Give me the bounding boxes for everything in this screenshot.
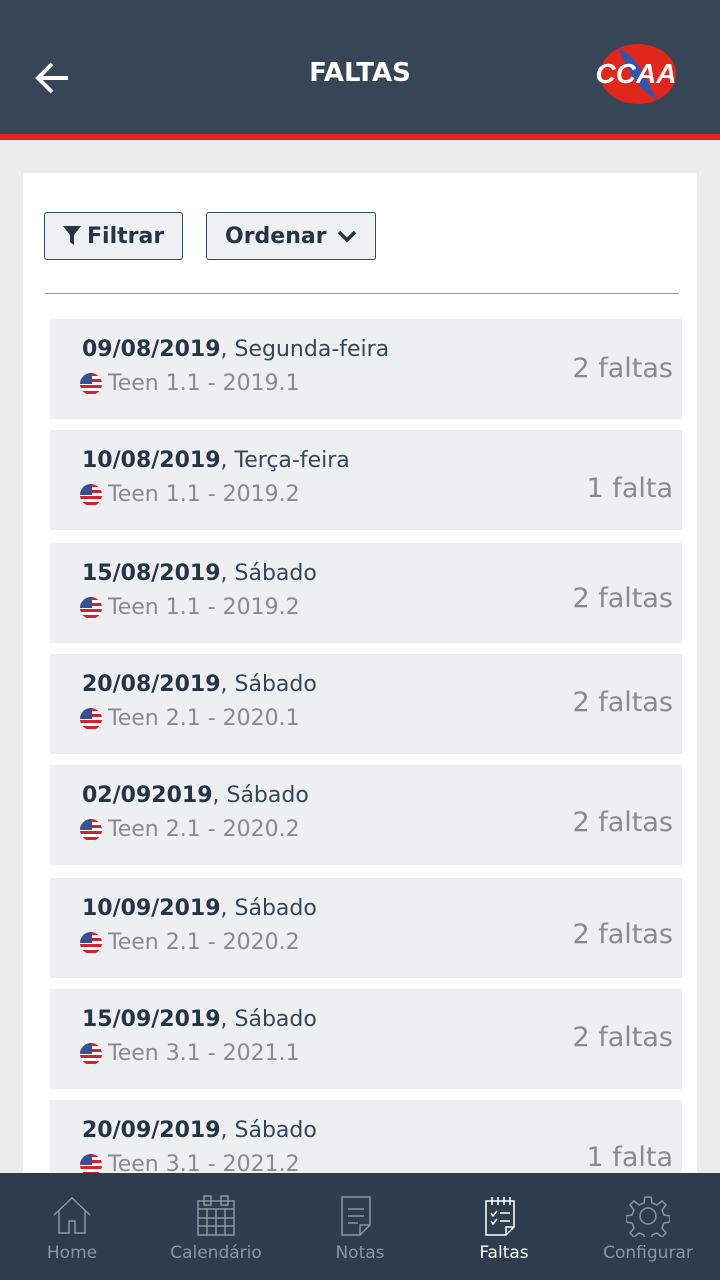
course-name: Teen 1.1 - 2019.2 [108, 595, 300, 620]
course-name: Teen 2.1 - 2020.2 [108, 817, 300, 842]
gear-icon [626, 1196, 670, 1237]
filter-label: Filtrar [87, 223, 165, 249]
nav-label: Notas [335, 1243, 385, 1263]
absence-count: 2 faltas [572, 687, 673, 718]
weekday: , Sábado [220, 896, 317, 921]
nav-label: Home [46, 1243, 98, 1263]
absence-row[interactable]: 10/08/2019, Terça-feira Teen 1.1 - 2019.… [50, 430, 682, 530]
ccaa-logo: CCAA [596, 44, 677, 104]
nav-settings[interactable]: Configurar [576, 1173, 720, 1280]
us-flag-icon [80, 818, 102, 841]
checklist-icon [485, 1197, 515, 1236]
absence-row[interactable]: 02/092019, Sábado Teen 2.1 - 2020.2 2 fa… [50, 765, 682, 865]
chevron-down-icon [337, 230, 356, 243]
nav-label: Configurar [603, 1243, 693, 1263]
date-value: 02/092019 [82, 783, 213, 808]
weekday: , Sábado [220, 1118, 317, 1143]
date-value: 15/08/2019 [82, 561, 221, 586]
course-name: Teen 3.1 - 2021.1 [108, 1041, 300, 1066]
date-value: 10/09/2019 [82, 896, 221, 921]
course: Teen 2.1 - 2020.2 [80, 930, 300, 955]
absence-count: 1 falta [586, 473, 673, 504]
course-name: Teen 2.1 - 2020.1 [108, 706, 300, 731]
absence-row[interactable]: 10/09/2019, Sábado Teen 2.1 - 2020.2 2 f… [50, 878, 682, 978]
course-name: Teen 2.1 - 2020.2 [108, 930, 300, 955]
sort-label: Ordenar [225, 223, 327, 249]
course-name: Teen 1.1 - 2019.2 [108, 482, 300, 507]
absence-date: 02/092019, Sábado [82, 783, 309, 808]
absence-date: 10/08/2019, Terça-feira [82, 448, 350, 473]
absence-count: 2 faltas [572, 583, 673, 614]
absence-date: 20/09/2019, Sábado [82, 1118, 317, 1143]
us-flag-icon [80, 483, 102, 506]
us-flag-icon [80, 596, 102, 619]
sort-button[interactable]: Ordenar [206, 212, 376, 260]
course: Teen 1.1 - 2019.1 [80, 371, 300, 396]
absence-date: 20/08/2019, Sábado [82, 672, 317, 697]
absence-date: 15/09/2019, Sábado [82, 1007, 317, 1032]
us-flag-icon [80, 1042, 102, 1065]
course: Teen 1.1 - 2019.2 [80, 482, 300, 507]
us-flag-icon [80, 372, 102, 395]
date-value: 20/09/2019 [82, 1118, 221, 1143]
weekday: , Sábado [212, 783, 309, 808]
weekday: , Sábado [220, 561, 317, 586]
course: Teen 2.1 - 2020.2 [80, 817, 300, 842]
divider [45, 293, 679, 294]
us-flag-icon [80, 707, 102, 730]
nav-home[interactable]: Home [0, 1173, 144, 1280]
us-flag-icon [80, 931, 102, 954]
absence-count: 2 faltas [572, 1022, 673, 1053]
bottom-nav: Home Calendário Notas Faltas Configurar [0, 1173, 720, 1280]
absence-row[interactable]: 15/09/2019, Sábado Teen 3.1 - 2021.1 2 f… [50, 989, 682, 1089]
course: Teen 3.1 - 2021.1 [80, 1041, 300, 1066]
course: Teen 2.1 - 2020.1 [80, 706, 300, 731]
absence-row[interactable]: 15/08/2019, Sábado Teen 1.1 - 2019.2 2 f… [50, 543, 682, 643]
weekday: , Sábado [220, 1007, 317, 1032]
nav-notes[interactable]: Notas [288, 1173, 432, 1280]
app-header: FALTAS CCAA [0, 0, 720, 140]
absence-row[interactable]: 20/08/2019, Sábado Teen 2.1 - 2020.1 2 f… [50, 654, 682, 754]
absence-date: 10/09/2019, Sábado [82, 896, 317, 921]
absence-row[interactable]: 09/08/2019, Segunda-feira Teen 1.1 - 201… [50, 319, 682, 419]
weekday: , Sábado [220, 672, 317, 697]
absence-count: 2 faltas [572, 353, 673, 384]
home-icon [53, 1196, 91, 1234]
absence-date: 15/08/2019, Sábado [82, 561, 317, 586]
course-name: Teen 1.1 - 2019.1 [108, 371, 300, 396]
date-value: 10/08/2019 [82, 448, 221, 473]
absence-count: 1 falta [586, 1142, 673, 1173]
notes-icon [341, 1196, 371, 1236]
absences-card: Filtrar Ordenar 09/08/2019, Segunda-feir… [23, 173, 697, 1200]
filter-icon [63, 226, 81, 245]
absence-date: 09/08/2019, Segunda-feira [82, 337, 389, 362]
date-value: 09/08/2019 [82, 337, 221, 362]
nav-calendar[interactable]: Calendário [144, 1173, 288, 1280]
filter-button[interactable]: Filtrar [44, 212, 184, 260]
svg-text:CCAA: CCAA [596, 58, 677, 89]
course: Teen 1.1 - 2019.2 [80, 595, 300, 620]
nav-label: Faltas [479, 1243, 529, 1263]
date-value: 15/09/2019 [82, 1007, 221, 1032]
absence-count: 2 faltas [572, 919, 673, 950]
calendar-icon [197, 1195, 235, 1236]
weekday: , Terça-feira [220, 448, 350, 473]
weekday: , Segunda-feira [220, 337, 390, 362]
nav-label: Calendário [170, 1243, 262, 1263]
absence-count: 2 faltas [572, 807, 673, 838]
nav-absences[interactable]: Faltas [432, 1173, 576, 1280]
date-value: 20/08/2019 [82, 672, 221, 697]
